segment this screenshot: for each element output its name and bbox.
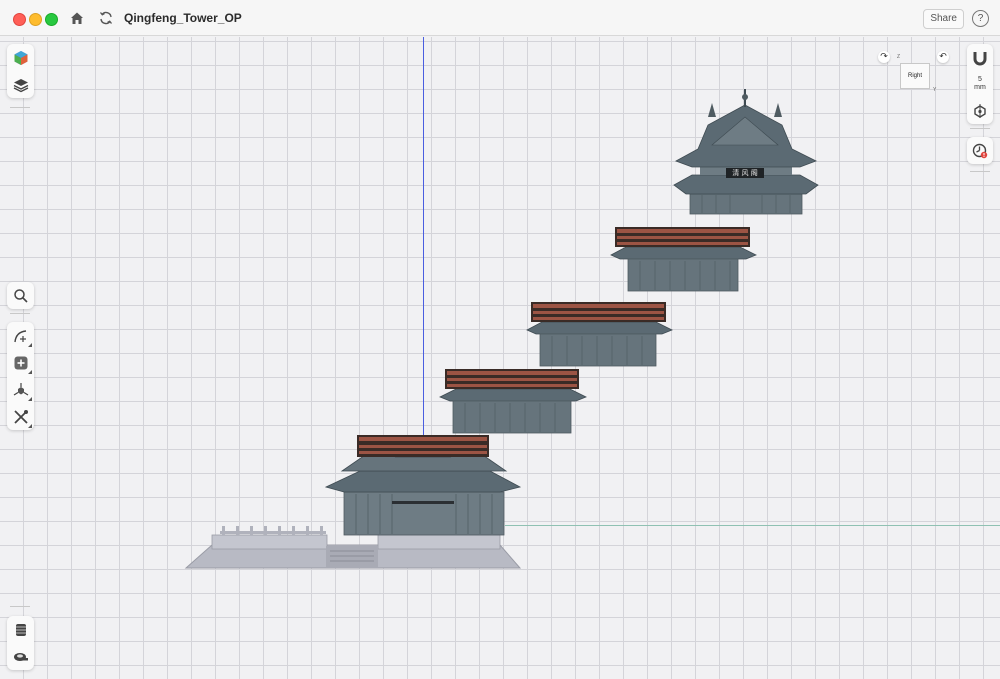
viewcube[interactable]: Right	[900, 63, 930, 89]
left-bottom-toolbar	[7, 616, 34, 670]
history-button[interactable]	[967, 137, 994, 164]
print-spring-icon	[15, 623, 26, 636]
ground-floor-hall[interactable]	[324, 435, 522, 536]
search-button[interactable]	[7, 282, 34, 309]
magnet-icon	[973, 51, 987, 65]
measure-button[interactable]	[7, 643, 34, 670]
viewport-canvas[interactable]: 清 风 阁	[0, 37, 1000, 679]
app-window: Qingfeng_Tower_OP Share ? 清 风 阁 5 mm ↷ ↶…	[0, 0, 1000, 679]
history-clock-icon	[972, 143, 988, 158]
add-shape-icon	[14, 356, 27, 369]
rotate-right-button[interactable]: ↷	[878, 51, 890, 63]
right-snap-toolbar: 5 mm	[967, 44, 993, 124]
appearance-cube-icon	[14, 50, 27, 65]
snap-unit: mm	[974, 84, 986, 91]
zoom-window-button[interactable]	[45, 13, 58, 26]
sketch-curve-icon	[13, 329, 26, 342]
snap-toggle-button[interactable]	[967, 44, 994, 71]
tools-icon	[13, 409, 28, 424]
left-main-toolbar	[7, 282, 34, 309]
grid-snap-icon	[974, 103, 986, 118]
sync-icon	[99, 11, 113, 25]
viewcube-face-label: Right	[907, 73, 922, 79]
print-button[interactable]	[7, 616, 34, 643]
left-tools-toolbar	[7, 322, 34, 430]
tower-model[interactable]	[0, 37, 1000, 679]
balcony-tier-2[interactable]	[526, 302, 673, 367]
viewcube-axis-y: Y	[933, 87, 937, 93]
grid-snap-button[interactable]	[967, 97, 994, 124]
home-button[interactable]	[66, 7, 88, 29]
submenu-indicator	[28, 370, 32, 374]
title-bar: Qingfeng_Tower_OP Share ?	[0, 0, 1000, 36]
document-title: Qingfeng_Tower_OP	[124, 11, 242, 25]
transform-button[interactable]	[7, 376, 34, 403]
measure-tape-icon	[13, 652, 28, 661]
appearance-button[interactable]	[7, 44, 34, 71]
toolbar-divider	[970, 128, 990, 129]
toolbar-divider	[10, 107, 30, 108]
help-button[interactable]: ?	[972, 10, 989, 27]
sketch-button[interactable]	[7, 322, 34, 349]
plaque-text: 清 风 阁	[732, 169, 758, 177]
snap-value-button[interactable]: 5 mm	[967, 71, 994, 97]
close-window-button[interactable]	[13, 13, 26, 26]
toolbar-divider	[10, 606, 30, 607]
search-icon	[13, 288, 28, 303]
tools-button[interactable]	[7, 403, 34, 430]
toolbar-divider	[10, 313, 30, 314]
right-history-toolbar	[967, 137, 993, 164]
layers-button[interactable]	[7, 71, 34, 98]
submenu-indicator	[28, 397, 32, 401]
toolbar-divider	[970, 171, 990, 172]
layers-icon	[13, 78, 28, 92]
sync-button[interactable]	[95, 7, 117, 29]
home-icon	[71, 12, 83, 24]
snap-value: 5	[978, 76, 982, 83]
rotate-right-icon: ↷	[880, 51, 888, 61]
balcony-tier-1[interactable]	[439, 369, 587, 434]
submenu-indicator	[28, 343, 32, 347]
balcony-tier-3[interactable]	[610, 227, 757, 292]
minimize-window-button[interactable]	[29, 13, 42, 26]
left-top-toolbar	[7, 44, 34, 98]
share-button[interactable]: Share	[923, 9, 964, 29]
submenu-indicator	[28, 424, 32, 428]
add-shape-button[interactable]	[7, 349, 34, 376]
rotate-left-button[interactable]: ↶	[937, 51, 949, 63]
rotate-left-icon: ↶	[939, 51, 947, 61]
top-pavilion[interactable]	[673, 89, 819, 215]
transform-icon	[13, 382, 28, 396]
viewcube-axis-z: Z	[897, 54, 901, 60]
